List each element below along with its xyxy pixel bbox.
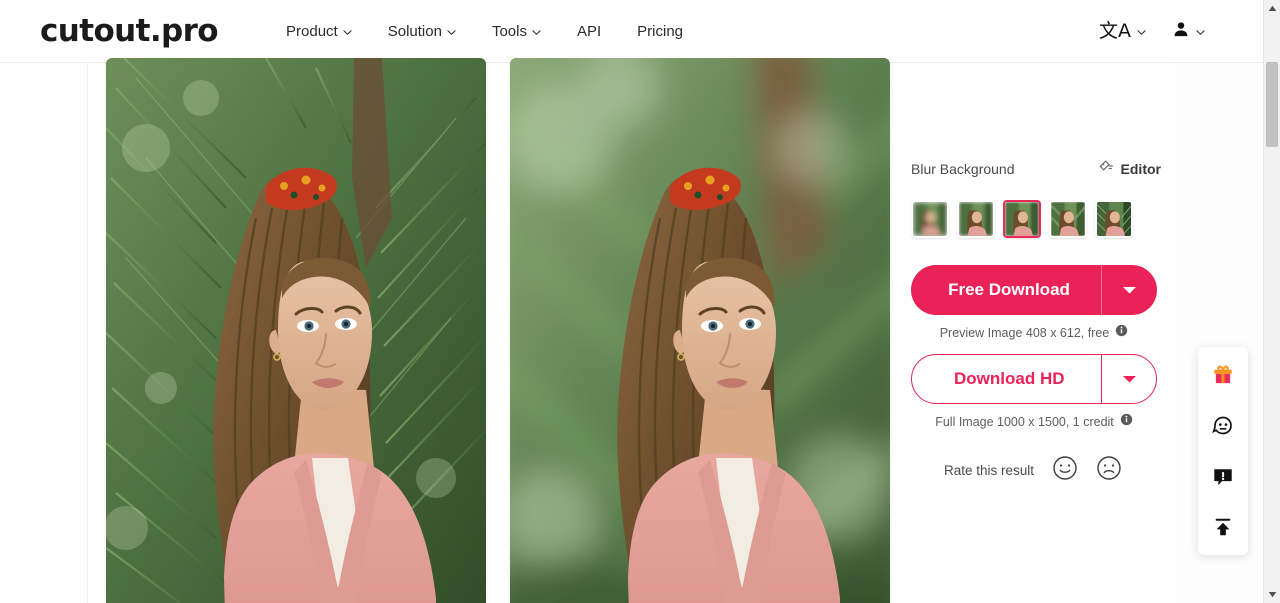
happy-face-icon[interactable]: [1052, 455, 1078, 486]
free-download-dropdown[interactable]: [1102, 285, 1157, 295]
site-header: cutout.pro Product Solution Tools API Pr…: [0, 0, 1263, 63]
account-menu[interactable]: [1172, 20, 1205, 43]
blur-level-5[interactable]: [1095, 200, 1133, 238]
feedback-icon[interactable]: [1212, 466, 1234, 488]
nav-label: Tools: [491, 22, 527, 40]
language-icon: 文A: [1099, 20, 1131, 42]
nav-item-product[interactable]: Product: [286, 23, 352, 40]
blur-level-thumbnails: [911, 200, 1161, 238]
nav-label: Pricing: [637, 22, 684, 40]
header-actions: 文A: [1099, 0, 1205, 63]
sad-face-icon[interactable]: [1096, 455, 1122, 486]
chevron-down-icon: [1196, 28, 1205, 37]
chevron-down-icon: [532, 28, 541, 37]
download-hd-label: Download HD: [954, 369, 1065, 388]
original-image[interactable]: [106, 58, 486, 603]
free-download-button[interactable]: Free Download: [911, 265, 1157, 315]
nav-item-pricing[interactable]: Pricing: [637, 23, 683, 40]
blur-level-4[interactable]: [1049, 200, 1087, 238]
language-switcher[interactable]: 文A: [1099, 22, 1146, 41]
left-gutter: [0, 63, 88, 603]
blur-level-3[interactable]: [1003, 200, 1041, 238]
result-image[interactable]: [510, 58, 890, 603]
download-hd-dropdown[interactable]: [1102, 374, 1156, 384]
chevron-down-icon: [447, 28, 456, 37]
editor-button[interactable]: Editor: [1098, 159, 1161, 180]
info-icon[interactable]: [1115, 324, 1128, 342]
floating-action-sidebar: [1198, 347, 1248, 555]
panel-header: Blur Background Editor: [911, 159, 1161, 179]
nav-item-api[interactable]: API: [577, 23, 601, 40]
nav-label: Product: [286, 22, 338, 40]
scroll-down-arrow-icon[interactable]: [1264, 586, 1280, 603]
page-root: cutout.pro Product Solution Tools API Pr…: [0, 0, 1280, 603]
chevron-down-icon: [1122, 376, 1136, 383]
blur-level-2[interactable]: [957, 200, 995, 238]
panel-title: Blur Background: [911, 161, 1015, 177]
scroll-to-top-icon[interactable]: [1212, 516, 1234, 538]
download-hd-note-text: Full Image 1000 x 1500, 1 credit: [935, 415, 1114, 429]
nav-label: API: [576, 22, 602, 40]
blur-level-1[interactable]: [911, 200, 949, 238]
user-account-icon: [1172, 20, 1190, 43]
free-download-note: Preview Image 408 x 612, free: [911, 324, 1157, 342]
main-content: Blur Background Editor Free Download Pre…: [0, 58, 1175, 603]
rate-result-row: Rate this result: [911, 455, 1161, 486]
free-download-label: Free Download: [948, 280, 1070, 299]
chevron-down-icon: [343, 28, 352, 37]
free-download-note-text: Preview Image 408 x 612, free: [939, 326, 1110, 340]
nav-item-solution[interactable]: Solution: [388, 23, 456, 40]
nav-label: Solution: [387, 22, 442, 40]
main-navigation: Product Solution Tools API Pricing: [286, 23, 683, 40]
page-scrollbar[interactable]: [1263, 0, 1280, 603]
gift-icon[interactable]: [1212, 364, 1234, 386]
rate-label: Rate this result: [944, 463, 1035, 478]
scrollbar-thumb[interactable]: [1266, 62, 1278, 147]
download-hd-note: Full Image 1000 x 1500, 1 credit: [911, 413, 1157, 431]
info-icon[interactable]: [1120, 413, 1133, 431]
download-hd-button[interactable]: Download HD: [911, 354, 1157, 404]
result-options-panel: Blur Background Editor Free Download Pre…: [911, 159, 1161, 486]
face-avatar-icon[interactable]: [1211, 414, 1235, 438]
site-logo[interactable]: cutout.pro: [40, 13, 219, 49]
nav-item-tools[interactable]: Tools: [492, 23, 541, 40]
chevron-down-icon: [1123, 287, 1136, 294]
editor-label: Editor: [1120, 161, 1161, 177]
magic-wand-icon: [1098, 159, 1114, 180]
scroll-up-arrow-icon[interactable]: [1264, 0, 1280, 17]
chevron-down-icon: [1137, 28, 1146, 37]
